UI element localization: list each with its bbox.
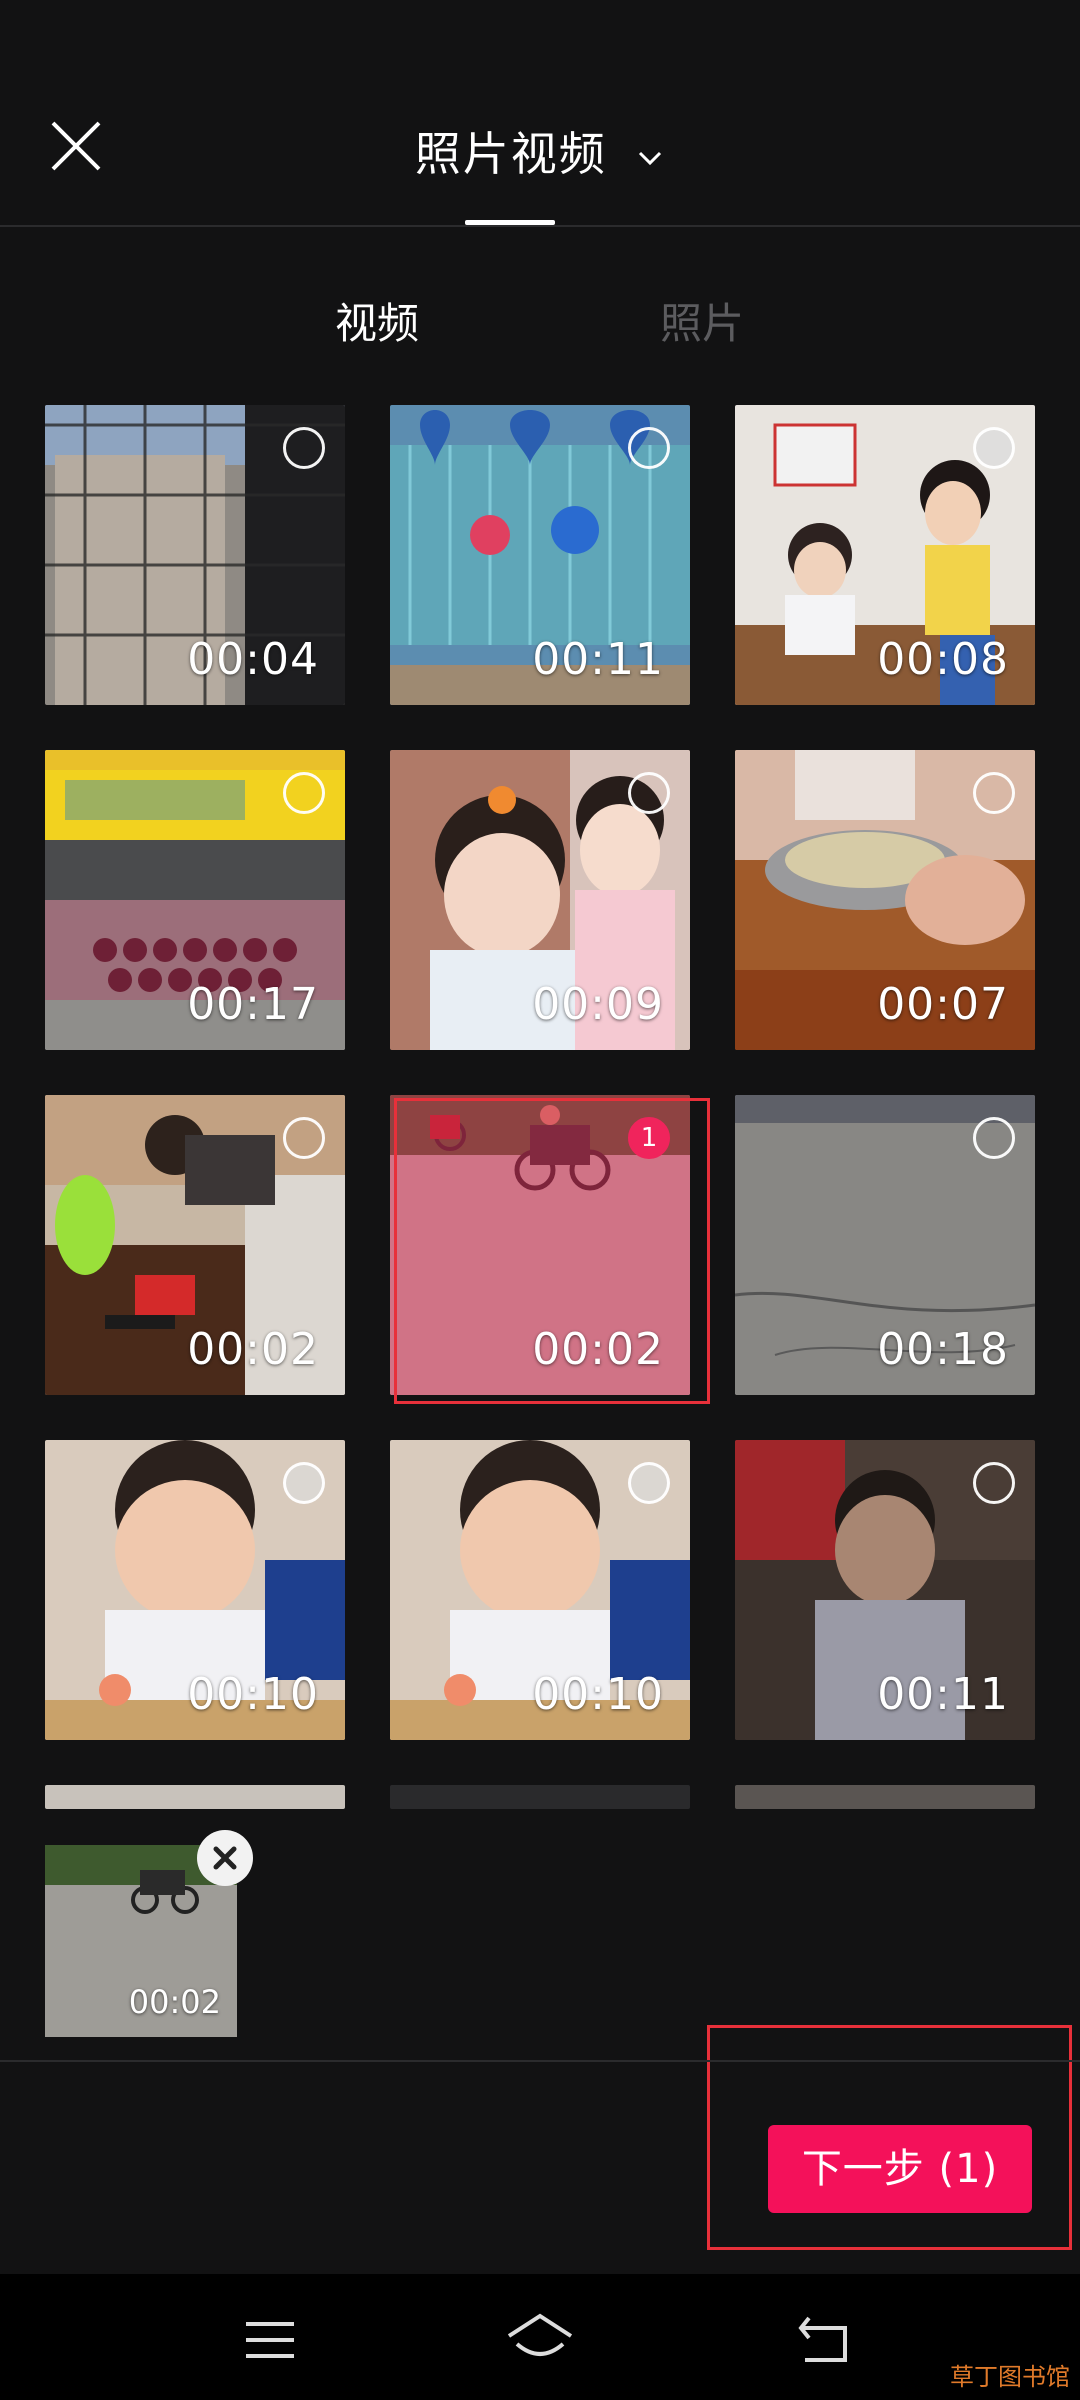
media-tile[interactable]: 00:10 bbox=[45, 1440, 345, 1740]
media-tile[interactable]: 00:17 bbox=[45, 750, 345, 1050]
duration-label: 00:02 bbox=[128, 1983, 221, 2021]
page-title: 照片视频 bbox=[414, 127, 607, 181]
media-tile[interactable]: 00:18 bbox=[735, 1095, 1035, 1395]
media-tile[interactable]: 00:07 bbox=[735, 750, 1035, 1050]
duration-label: 00:08 bbox=[877, 634, 1009, 685]
close-icon bbox=[213, 1846, 237, 1870]
media-tile[interactable] bbox=[735, 1785, 1035, 1809]
select-circle[interactable] bbox=[628, 772, 670, 814]
duration-label: 00:09 bbox=[532, 979, 664, 1030]
duration-label: 00:11 bbox=[532, 634, 664, 685]
select-circle[interactable] bbox=[283, 1462, 325, 1504]
media-tile[interactable] bbox=[45, 1785, 345, 1809]
system-nav-bar: 草丁图书馆 bbox=[0, 2274, 1080, 2400]
media-tile[interactable]: 00:02 bbox=[45, 1095, 345, 1395]
duration-label: 00:02 bbox=[532, 1324, 664, 1375]
album-selector[interactable]: 照片视频 bbox=[0, 118, 1080, 184]
media-tile[interactable]: 00:10 bbox=[390, 1440, 690, 1740]
select-circle[interactable] bbox=[973, 772, 1015, 814]
media-tile[interactable] bbox=[390, 1785, 690, 1809]
duration-label: 00:04 bbox=[187, 634, 319, 685]
select-circle[interactable] bbox=[973, 1462, 1015, 1504]
select-circle[interactable] bbox=[628, 427, 670, 469]
media-tile[interactable]: 00:08 bbox=[735, 405, 1035, 705]
select-circle[interactable] bbox=[628, 1462, 670, 1504]
menu-icon[interactable] bbox=[240, 2310, 300, 2370]
watermark: 草丁图书馆 bbox=[950, 2363, 1070, 2391]
home-icon[interactable] bbox=[505, 2310, 575, 2370]
media-tile[interactable]: 00:11 bbox=[390, 405, 690, 705]
remove-clip-button[interactable] bbox=[197, 1830, 253, 1886]
tab-video[interactable]: 视频 bbox=[297, 290, 457, 351]
select-circle[interactable] bbox=[283, 1117, 325, 1159]
duration-label: 00:10 bbox=[187, 1669, 319, 1720]
duration-label: 00:11 bbox=[877, 1669, 1009, 1720]
media-tile[interactable]: 00:04 bbox=[45, 405, 345, 705]
select-circle[interactable] bbox=[283, 772, 325, 814]
divider bbox=[0, 225, 1080, 227]
duration-label: 00:07 bbox=[877, 979, 1009, 1030]
next-step-button[interactable]: 下一步 (1) bbox=[768, 2125, 1032, 2213]
duration-label: 00:02 bbox=[187, 1324, 319, 1375]
duration-label: 00:10 bbox=[532, 1669, 664, 1720]
media-tile[interactable]: 00:11 bbox=[735, 1440, 1035, 1740]
select-circle[interactable] bbox=[283, 427, 325, 469]
select-circle[interactable] bbox=[973, 1117, 1015, 1159]
duration-label: 00:18 bbox=[877, 1324, 1009, 1375]
chevron-down-icon bbox=[639, 151, 662, 165]
tab-photo[interactable]: 照片 bbox=[622, 290, 782, 351]
media-tile[interactable]: 00:09 bbox=[390, 750, 690, 1050]
divider bbox=[0, 2060, 1080, 2062]
select-circle[interactable] bbox=[973, 427, 1015, 469]
back-icon[interactable] bbox=[795, 2310, 855, 2370]
selection-number-badge[interactable]: 1 bbox=[628, 1117, 670, 1159]
top-bar: 照片视频 bbox=[0, 0, 1080, 227]
duration-label: 00:17 bbox=[187, 979, 319, 1030]
